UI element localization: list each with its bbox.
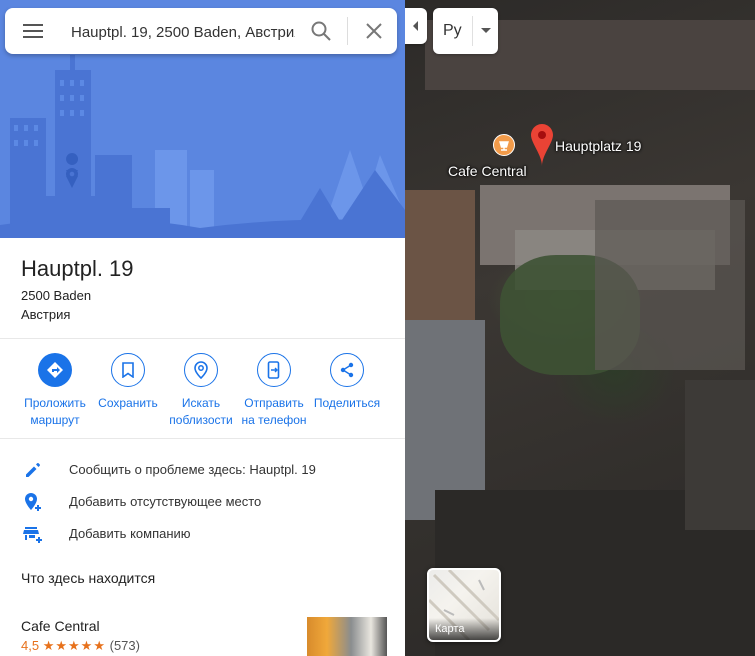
rating-value: 4,5 [21, 638, 40, 653]
add-business-link[interactable]: Добавить компанию [0, 519, 405, 549]
map-roof-area [685, 380, 755, 530]
nearby-item-name[interactable]: Cafe Central [21, 618, 100, 634]
send-label: Отправить [244, 396, 304, 410]
nearby-label: Искать [181, 396, 221, 410]
place-address-line2: Австрия [21, 307, 71, 322]
nearby-search-icon [184, 353, 218, 387]
divider [0, 438, 405, 439]
map-roof-area [595, 200, 745, 370]
send-to-phone-icon [257, 353, 291, 387]
nearby-item-rating: 4,5 ★★★★★ (573) [21, 638, 140, 654]
chevron-down-icon [481, 28, 491, 33]
add-business-icon [23, 527, 42, 543]
share-label: Поделиться [313, 396, 381, 410]
report-problem-text: Сообщить о проблеме здесь: Hauptpl. 19 [69, 462, 316, 477]
place-address-line1: 2500 Baden [21, 288, 92, 303]
language-value: Ру [443, 22, 462, 39]
pencil-icon [26, 463, 40, 477]
caret-left-icon [413, 21, 418, 31]
search-divider [347, 17, 348, 45]
collapse-panel-button[interactable] [405, 8, 427, 44]
search-icon[interactable] [310, 20, 332, 42]
add-place-icon [25, 493, 41, 511]
satellite-map[interactable]: Cafe Central Hauptplatz 19 [405, 0, 755, 656]
close-icon[interactable] [365, 22, 383, 40]
search-input[interactable] [69, 19, 297, 45]
place-title: Hauptpl. 19 [21, 256, 134, 281]
add-missing-place-link[interactable]: Добавить отсутствующее место [0, 487, 405, 517]
menu-icon[interactable] [23, 24, 43, 38]
add-business-text: Добавить компанию [69, 526, 191, 541]
cafe-poi-label[interactable]: Cafe Central [448, 163, 527, 179]
divider [0, 338, 405, 339]
place-panel: Hauptpl. 19 2500 Baden Австрия Проложить… [0, 0, 405, 656]
rating-stars: ★★★★★ [42, 638, 106, 653]
map-pin-icon[interactable] [531, 124, 553, 166]
pin-label: Hauptplatz 19 [555, 138, 642, 154]
map-type-label: Карта [429, 618, 499, 640]
add-missing-place-text: Добавить отсутствующее место [69, 494, 262, 509]
nearby-item-photo[interactable] [307, 617, 387, 656]
share-button[interactable]: Поделиться [304, 353, 390, 412]
cafe-poi-icon[interactable] [493, 134, 515, 156]
map-roof-area [405, 190, 475, 320]
directions-label-2: маршрут [30, 413, 80, 427]
section-title: Что здесь находится [21, 570, 156, 586]
review-count: (573) [109, 638, 140, 653]
map-type-toggle[interactable]: Карта [427, 568, 501, 642]
directions-icon [38, 353, 72, 387]
language-divider [472, 16, 473, 46]
bookmark-icon [111, 353, 145, 387]
share-icon [330, 353, 364, 387]
search-box [5, 8, 397, 54]
send-label-2: на телефон [241, 413, 307, 427]
save-label: Сохранить [98, 396, 158, 410]
language-select[interactable]: Ру [433, 8, 498, 54]
report-problem-link[interactable]: Сообщить о проблеме здесь: Hauptpl. 19 [0, 455, 405, 485]
directions-label: Проложить [24, 396, 86, 410]
nearby-label-2: поблизости [169, 413, 233, 427]
